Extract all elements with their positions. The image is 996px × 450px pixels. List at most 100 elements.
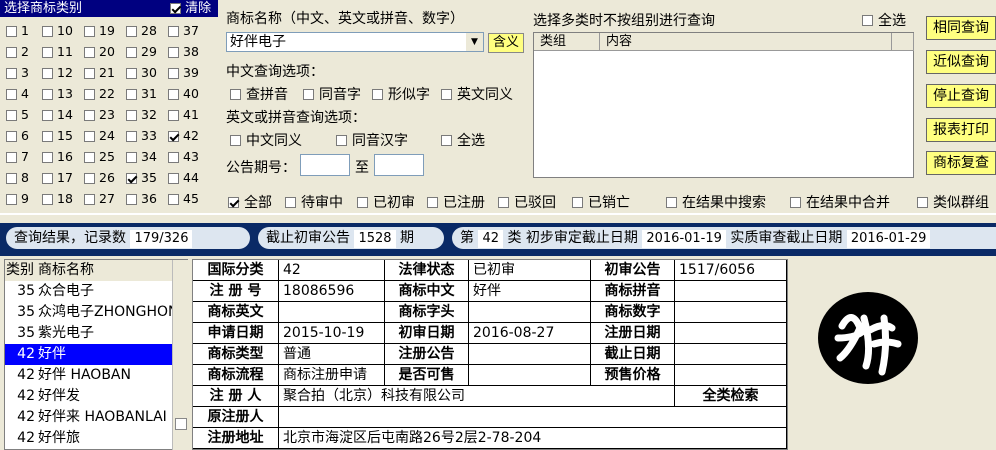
class-checkbox[interactable] xyxy=(42,109,53,121)
class-option[interactable]: 32 xyxy=(126,108,157,122)
filter-rejected-checkbox[interactable] xyxy=(498,196,509,208)
class-checkbox[interactable] xyxy=(42,46,53,58)
class-option[interactable]: 6 xyxy=(6,129,29,143)
class-option[interactable]: 14 xyxy=(42,108,73,122)
detail-prelim-date-v[interactable]: 2016-08-27 xyxy=(469,323,591,344)
class-option[interactable]: 19 xyxy=(84,24,115,38)
detail-apply-date-v[interactable]: 2015-10-19 xyxy=(279,323,385,344)
class-checkbox[interactable] xyxy=(42,151,53,163)
list-item[interactable]: 42 好伴 HAOBAN xyxy=(5,365,172,386)
class-option[interactable]: 9 xyxy=(6,192,29,206)
class-checkbox[interactable] xyxy=(168,25,179,37)
class-checkbox[interactable] xyxy=(168,172,179,184)
class-checkbox[interactable] xyxy=(6,109,17,121)
list-item[interactable]: 42 好伴来 HAOBANLAI xyxy=(5,407,172,428)
class-checkbox[interactable] xyxy=(168,130,179,142)
class-checkbox[interactable] xyxy=(6,67,17,79)
class-option[interactable]: 43 xyxy=(168,150,199,164)
filter-registered[interactable]: 已注册 xyxy=(427,192,485,212)
en-option-all[interactable]: 全选 xyxy=(441,130,485,150)
list-item[interactable]: 42 好伴旅 xyxy=(5,428,172,449)
list-item[interactable]: 35 众鸿电子ZHONGHON xyxy=(5,302,172,323)
same-search-button[interactable]: 相同查询 xyxy=(926,16,996,40)
class-checkbox[interactable] xyxy=(126,109,137,121)
col-name-header[interactable]: 商标名称 xyxy=(38,262,94,278)
class-checkbox[interactable] xyxy=(42,130,53,142)
class-option[interactable]: 24 xyxy=(84,129,115,143)
list-item[interactable]: 42 好伴 xyxy=(5,344,172,365)
class-checkbox[interactable] xyxy=(6,151,17,163)
class-option[interactable]: 5 xyxy=(6,108,29,122)
detail-presale-v[interactable] xyxy=(675,365,787,386)
class-checkbox[interactable] xyxy=(126,172,137,184)
similar-group-checkbox[interactable] xyxy=(917,196,928,208)
class-option[interactable]: 37 xyxy=(168,24,199,38)
class-option[interactable]: 36 xyxy=(126,192,157,206)
class-checkbox[interactable] xyxy=(42,25,53,37)
list-item[interactable]: 42 好伴发 xyxy=(5,386,172,407)
gazette-from-input[interactable] xyxy=(300,154,350,176)
class-option[interactable]: 41 xyxy=(168,108,199,122)
filter-expired[interactable]: 已销亡 xyxy=(572,192,630,212)
class-option[interactable]: 15 xyxy=(42,129,73,143)
class-option[interactable]: 10 xyxy=(42,24,73,38)
class-option[interactable]: 44 xyxy=(168,171,199,185)
class-option[interactable]: 26 xyxy=(84,171,115,185)
class-checkbox[interactable] xyxy=(6,88,17,100)
class-option[interactable]: 13 xyxy=(42,87,73,101)
class-option[interactable]: 40 xyxy=(168,87,199,101)
name-input[interactable]: 好伴电子 xyxy=(226,32,484,52)
result-merge-checkbox[interactable] xyxy=(790,196,801,208)
class-checkbox[interactable] xyxy=(84,130,95,142)
filter-pending[interactable]: 待审中 xyxy=(285,192,343,212)
all-class-search-button[interactable]: 全类检索 xyxy=(675,386,787,407)
class-checkbox[interactable] xyxy=(84,46,95,58)
class-option[interactable]: 39 xyxy=(168,66,199,80)
class-checkbox[interactable] xyxy=(84,88,95,100)
detail-en-v[interactable] xyxy=(279,302,385,323)
meaning-button[interactable]: 含义 xyxy=(488,33,524,53)
class-checkbox[interactable] xyxy=(168,109,179,121)
class-option[interactable]: 38 xyxy=(168,45,199,59)
class-checkbox[interactable] xyxy=(126,151,137,163)
class-option[interactable]: 4 xyxy=(6,87,29,101)
filter-prelim-checkbox[interactable] xyxy=(357,196,368,208)
class-option[interactable]: 42 xyxy=(168,129,199,143)
col-group-header[interactable]: 类组 xyxy=(534,33,600,51)
class-option[interactable]: 28 xyxy=(126,24,157,38)
detail-prelim-pub-v[interactable]: 1517/6056 xyxy=(675,260,787,281)
detail-head-v[interactable] xyxy=(469,302,591,323)
filter-registered-checkbox[interactable] xyxy=(427,196,438,208)
class-option[interactable]: 22 xyxy=(84,87,115,101)
class-option[interactable]: 31 xyxy=(126,87,157,101)
result-list[interactable]: 类别 商标名称 35 众合电子 35 众鸿电子ZHONGHON 35 紫光电子 42 好伴 42 好… xyxy=(4,259,189,450)
result-merge-option[interactable]: 在结果中合并 xyxy=(790,192,890,212)
list-scrollbar[interactable] xyxy=(172,260,189,450)
class-option[interactable]: 2 xyxy=(6,45,29,59)
class-checkbox[interactable] xyxy=(42,172,53,184)
detail-reg-date-v[interactable] xyxy=(675,323,787,344)
detail-sale-v[interactable] xyxy=(469,365,591,386)
list-item[interactable]: 35 紫光电子 xyxy=(5,323,172,344)
class-option[interactable]: 16 xyxy=(42,150,73,164)
scroll-thumb[interactable] xyxy=(175,418,187,430)
detail-pinyin-v[interactable] xyxy=(675,281,787,302)
filter-all[interactable]: 全部 xyxy=(228,192,272,212)
print-report-button[interactable]: 报表打印 xyxy=(926,118,996,142)
cn-option-shape[interactable]: 形似字 xyxy=(372,84,430,104)
list-item[interactable]: 35 众合电子 xyxy=(5,281,172,302)
en-option-cn-syn-checkbox[interactable] xyxy=(230,134,241,146)
class-option[interactable]: 30 xyxy=(126,66,157,80)
cn-option-pinyin-checkbox[interactable] xyxy=(230,88,241,100)
en-option-cn-syn[interactable]: 中文同义 xyxy=(230,130,302,150)
cn-option-pinyin[interactable]: 查拼音 xyxy=(230,84,288,104)
multi-class-table[interactable]: 类组 内容 xyxy=(533,32,914,178)
class-checkbox[interactable] xyxy=(84,109,95,121)
multi-all-checkbox[interactable] xyxy=(862,14,873,26)
class-checkbox[interactable] xyxy=(84,25,95,37)
en-option-homophone-checkbox[interactable] xyxy=(336,134,347,146)
result-search-checkbox[interactable] xyxy=(666,196,677,208)
class-option[interactable]: 34 xyxy=(126,150,157,164)
en-option-homophone[interactable]: 同音汉字 xyxy=(336,130,408,150)
class-option[interactable]: 21 xyxy=(84,66,115,80)
